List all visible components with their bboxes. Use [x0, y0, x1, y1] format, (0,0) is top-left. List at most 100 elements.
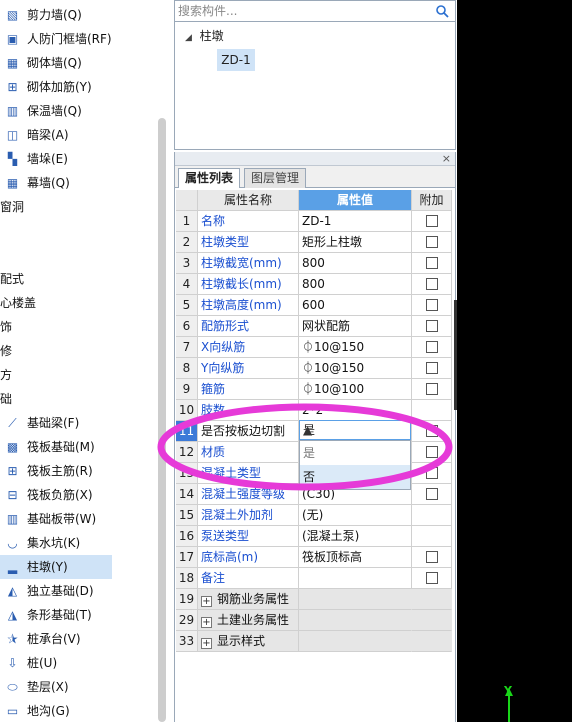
tree-item[interactable]: ▂ 柱墩(Y): [0, 555, 112, 579]
property-row[interactable]: 17 底标高(m) 筏板顶标高: [176, 547, 453, 568]
property-value[interactable]: [299, 589, 412, 610]
tree-item[interactable]: ▧ 剪力墙(Q): [0, 3, 112, 27]
extra-checkbox[interactable]: [425, 320, 438, 332]
property-value[interactable]: [299, 568, 412, 589]
tree-item[interactable]: ▦ 幕墙(Q): [0, 171, 112, 195]
property-value[interactable]: [299, 610, 412, 631]
property-row[interactable]: 8 Y向纵筋 ⏀10@150: [176, 358, 453, 379]
tree-item[interactable]: ▦ 砌体墙(Q): [0, 51, 112, 75]
extra-checkbox[interactable]: [425, 383, 438, 395]
property-value[interactable]: ZD-1: [299, 211, 412, 232]
extra-checkbox[interactable]: [425, 299, 438, 311]
property-value[interactable]: 600: [299, 295, 412, 316]
tree-item[interactable]: ◫ 暗梁(A): [0, 123, 112, 147]
tree-item[interactable]: 饰: [0, 315, 112, 339]
property-row[interactable]: 1 名称 ZD-1: [176, 211, 453, 232]
property-value[interactable]: 2*2: [299, 400, 412, 421]
extra-checkbox[interactable]: [425, 446, 438, 458]
tab-properties[interactable]: 属性列表: [178, 168, 241, 188]
tab-layers[interactable]: 图层管理: [244, 168, 307, 188]
extra-checkbox[interactable]: [425, 362, 438, 374]
property-row[interactable]: 9 箍筋 ⏀10@100: [176, 379, 453, 400]
tree-item[interactable]: ▣ 人防门框墙(RF): [0, 27, 112, 51]
expand-plus-icon[interactable]: +: [201, 617, 212, 628]
tree-item[interactable]: 配式: [0, 267, 112, 291]
property-value[interactable]: (混凝土泵): [299, 526, 412, 547]
search-input[interactable]: [178, 3, 428, 19]
extra-checkbox[interactable]: [425, 551, 438, 563]
tree-item[interactable]: ▭ 地沟(G): [0, 699, 112, 722]
drawing-canvas[interactable]: Y: [457, 0, 572, 722]
extra-checkbox[interactable]: [425, 257, 438, 269]
extra-checkbox[interactable]: [425, 572, 438, 584]
row-number: 6: [176, 316, 198, 337]
property-value[interactable]: (无): [299, 505, 412, 526]
tree-item[interactable]: ◮ 条形基础(T): [0, 603, 112, 627]
property-value[interactable]: ⏀10@100: [299, 379, 412, 400]
search-icon[interactable]: [435, 4, 449, 18]
property-row[interactable]: 16 泵送类型 (混凝土泵): [176, 526, 453, 547]
extra-checkbox[interactable]: [425, 425, 438, 437]
tree-item[interactable]: [0, 219, 112, 243]
tree-item[interactable]: ▥ 基础板带(W): [0, 507, 112, 531]
tree-item[interactable]: 窗洞: [0, 195, 112, 219]
property-row[interactable]: 5 柱墩高度(mm) 600: [176, 295, 453, 316]
tree-item[interactable]: ⊟ 筏板负筋(X): [0, 483, 112, 507]
property-row[interactable]: 15 混凝土外加剂 (无): [176, 505, 453, 526]
tree-item[interactable]: ◡ 集水坑(K): [0, 531, 112, 555]
extra-checkbox[interactable]: [425, 236, 438, 248]
tree-item[interactable]: ⬭ 垫层(X): [0, 675, 112, 699]
expand-plus-icon[interactable]: +: [201, 596, 212, 607]
tree-item[interactable]: 方: [0, 363, 112, 387]
extra-checkbox[interactable]: [425, 488, 438, 500]
tree-item[interactable]: 心楼盖: [0, 291, 112, 315]
tree-item[interactable]: ▩ 筏板基础(M): [0, 435, 112, 459]
extra-checkbox[interactable]: [425, 278, 438, 290]
tree-item[interactable]: ⟋ 基础梁(F): [0, 411, 112, 435]
extra-checkbox[interactable]: [425, 467, 438, 479]
collapse-triangle-icon[interactable]: ◢: [185, 33, 192, 43]
property-value[interactable]: 800: [299, 274, 412, 295]
property-row[interactable]: 33 + 显示样式: [176, 631, 453, 652]
property-row[interactable]: 4 柱墩截长(mm) 800: [176, 274, 453, 295]
property-row[interactable]: 2 柱墩类型 矩形上柱墩: [176, 232, 453, 253]
property-value[interactable]: [299, 631, 412, 652]
property-value[interactable]: 矩形上柱墩: [299, 232, 412, 253]
property-row[interactable]: 7 X向纵筋 ⏀10@150: [176, 337, 453, 358]
property-value[interactable]: 筏板顶标高: [299, 547, 412, 568]
dropdown-option-yes[interactable]: 是: [300, 441, 410, 465]
close-icon[interactable]: ×: [442, 152, 451, 165]
tree-item[interactable]: [0, 243, 112, 267]
property-value[interactable]: ⏀10@150: [299, 337, 412, 358]
property-row[interactable]: 3 柱墩截宽(mm) 800: [176, 253, 453, 274]
tree-scrollbar[interactable]: [158, 118, 166, 722]
property-value[interactable]: 800: [299, 253, 412, 274]
tree-item[interactable]: ⇩ 桩(U): [0, 651, 112, 675]
tree-item[interactable]: 础: [0, 387, 112, 411]
tree-item[interactable]: ▥ 保温墙(Q): [0, 99, 112, 123]
tree-item[interactable]: ⊞ 筏板主筋(R): [0, 459, 112, 483]
property-value[interactable]: ⏀10@150: [299, 358, 412, 379]
property-row[interactable]: 29 + 土建业务属性: [176, 610, 453, 631]
property-name: Y向纵筋: [198, 358, 299, 379]
header-name: 属性名称: [198, 190, 299, 211]
property-row[interactable]: 18 备注: [176, 568, 453, 589]
tree-node-column-pier[interactable]: ◢ 柱墩: [185, 27, 224, 44]
cut-by-slab-edge-select[interactable]: 是 ▲: [299, 420, 411, 440]
dropdown-option-no[interactable]: 否: [300, 465, 410, 489]
dropdown-arrow-icon[interactable]: ▲: [303, 421, 405, 439]
property-name: 底标高(m): [198, 547, 299, 568]
tree-item[interactable]: ⯫ 桩承台(V): [0, 627, 112, 651]
extra-checkbox[interactable]: [425, 341, 438, 353]
property-row[interactable]: 6 配筋形式 网状配筋: [176, 316, 453, 337]
tree-item[interactable]: ◭ 独立基础(D): [0, 579, 112, 603]
tree-item[interactable]: ⊞ 砌体加筋(Y): [0, 75, 112, 99]
property-row[interactable]: 10 肢数 2*2: [176, 400, 453, 421]
property-value[interactable]: 网状配筋: [299, 316, 412, 337]
tree-item[interactable]: 修: [0, 339, 112, 363]
property-row[interactable]: 19 + 钢筋业务属性: [176, 589, 453, 610]
tree-node-zd-1[interactable]: ZD-1: [217, 49, 255, 71]
tree-item[interactable]: ▚ 墙垛(E): [0, 147, 112, 171]
expand-plus-icon[interactable]: +: [201, 638, 212, 649]
extra-checkbox[interactable]: [425, 215, 438, 227]
